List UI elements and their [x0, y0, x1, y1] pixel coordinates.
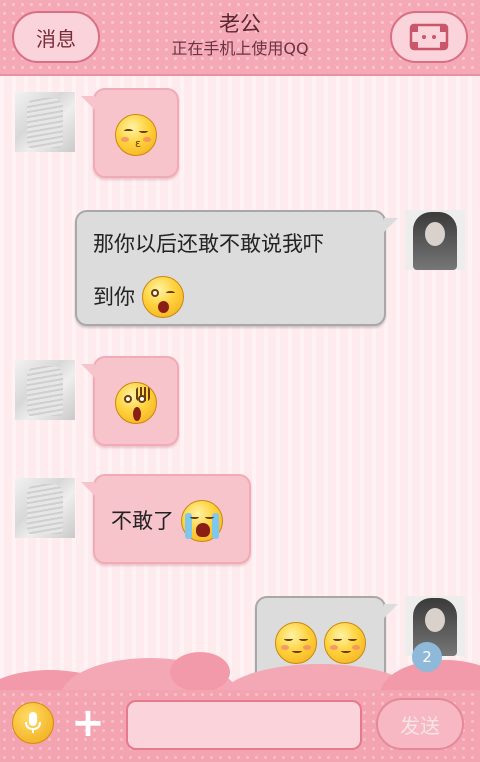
crying-emoji-icon	[180, 500, 223, 542]
message-bubble[interactable]	[81, 356, 179, 446]
message-bubble[interactable]: 不敢了	[81, 474, 251, 564]
shocked-emoji-icon	[115, 382, 157, 424]
unread-count: 2	[422, 648, 432, 666]
unread-count-badge[interactable]: 2	[412, 642, 442, 672]
contact-name: 老公	[219, 12, 261, 36]
my-avatar[interactable]	[405, 210, 465, 270]
chat-header: 消息 老公 正在手机上使用QQ	[0, 0, 480, 76]
profile-card-icon	[409, 23, 449, 51]
message-text-line: 到你	[93, 285, 135, 309]
message-text-line: 那你以后还敢不敢说我吓	[93, 232, 324, 256]
friend-avatar[interactable]	[15, 92, 75, 152]
kiss-emoji-icon: ε	[115, 114, 157, 156]
friend-avatar[interactable]	[15, 478, 75, 538]
microphone-icon	[25, 712, 41, 733]
voice-button[interactable]	[12, 702, 54, 744]
surprised-emoji-icon	[141, 276, 184, 318]
plus-icon: +	[71, 700, 105, 746]
profile-button[interactable]	[390, 11, 468, 63]
back-button-label: 消息	[36, 26, 76, 51]
back-to-messages-button[interactable]: 消息	[12, 11, 100, 63]
chat-title-area: 老公 正在手机上使用QQ	[120, 10, 360, 60]
more-options-button[interactable]: +	[70, 702, 106, 744]
friend-avatar[interactable]	[15, 360, 75, 420]
composer-bar: + 发送	[0, 690, 480, 762]
send-button-label: 发送	[400, 713, 440, 738]
message-input[interactable]	[126, 700, 362, 750]
message-bubble[interactable]: 那你以后还敢不敢说我吓 到你	[75, 210, 398, 326]
send-button[interactable]: 发送	[376, 698, 464, 750]
message-text: 不敢了	[111, 509, 174, 533]
contact-status: 正在手机上使用QQ	[171, 39, 309, 58]
message-bubble[interactable]: ε	[81, 88, 179, 178]
